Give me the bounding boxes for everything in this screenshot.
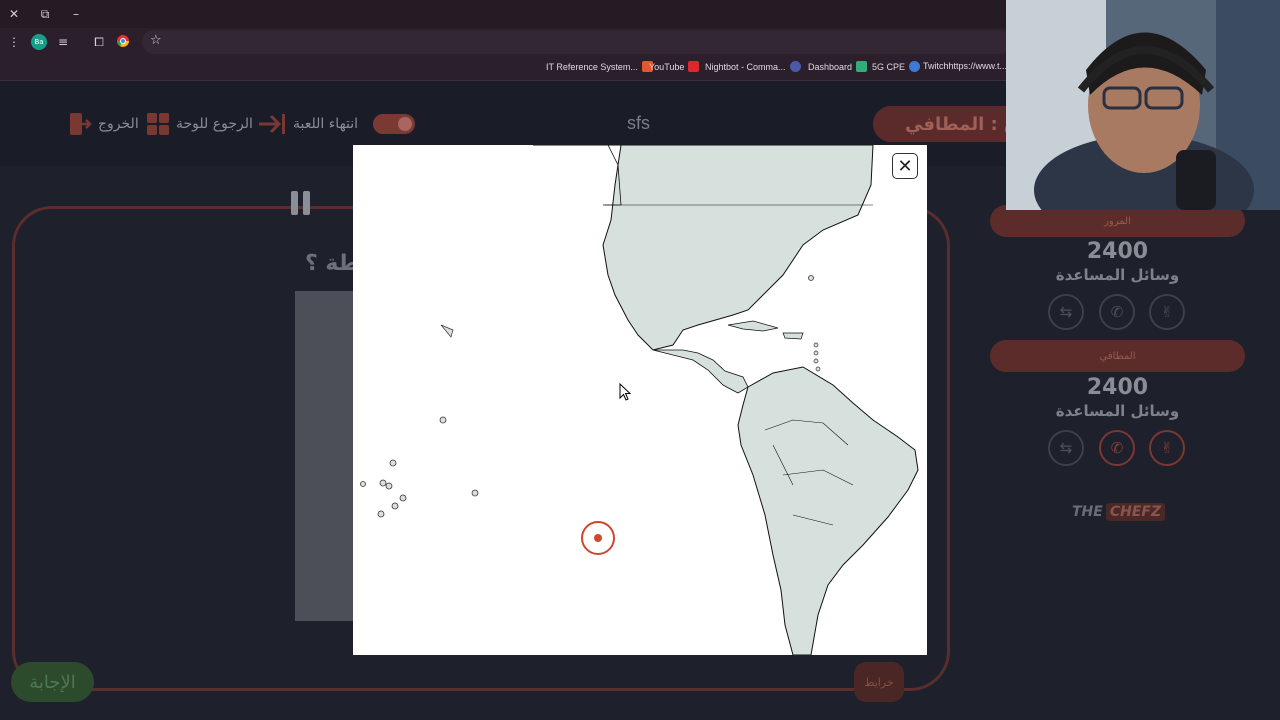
bookmark-item[interactable]: Nightbot - Comma...	[705, 61, 801, 72]
globe-icon	[909, 61, 921, 72]
island-marker	[385, 482, 393, 490]
island-marker	[808, 275, 814, 281]
cuba-island	[727, 320, 779, 332]
map-button[interactable]: خرايط	[854, 662, 904, 702]
helpers-title: وسائل المساعدة	[1055, 402, 1180, 420]
helpers-title: وسائل المساعدة	[1055, 266, 1180, 284]
timer-toggle[interactable]	[373, 114, 415, 134]
island-marker	[391, 502, 399, 510]
bookmark-star-icon[interactable]: ☆	[150, 33, 162, 48]
island-marker	[813, 342, 819, 348]
island-marker	[399, 494, 407, 502]
reading-list-icon[interactable]: ≡	[55, 34, 71, 50]
grid-icon	[147, 113, 169, 135]
target-marker-dot[interactable]	[594, 534, 602, 542]
island-marker	[815, 366, 821, 372]
bookmark-label: Nightbot - Comma...	[705, 61, 786, 72]
webcam-overlay	[1006, 0, 1280, 210]
island-marker	[813, 350, 819, 356]
island-marker	[813, 358, 819, 364]
close-icon[interactable]: ✕	[892, 153, 918, 179]
answer-button[interactable]: الإجابة	[11, 662, 94, 702]
bookmark-label: IT Reference System...	[546, 61, 638, 72]
bookmark-item[interactable]: 5G CPE	[872, 61, 921, 72]
streamer-webcam-image	[1006, 0, 1280, 210]
island-marker	[471, 489, 479, 497]
victory-hand-helper-icon[interactable]: ✌	[1149, 294, 1185, 330]
americas-map[interactable]	[353, 145, 927, 655]
youtube-icon	[688, 61, 700, 72]
swap-helper-icon[interactable]: ⇆	[1048, 294, 1084, 330]
exit-door-icon	[70, 113, 92, 135]
island-marker	[360, 481, 366, 487]
logo-part1: THE	[1072, 504, 1103, 520]
question-image	[295, 291, 355, 621]
swap-helper-icon[interactable]: ⇆	[1048, 430, 1084, 466]
the-chefz-logo: THE CHEFZ	[1072, 501, 1166, 523]
bookmark-item[interactable]: Twitchhttps://www.t...	[923, 61, 1007, 71]
bookmark-label: Dashboard	[808, 61, 853, 72]
phone-helper-icon[interactable]: ✆	[1099, 294, 1135, 330]
hawaii-island	[440, 324, 454, 338]
island-marker	[379, 479, 387, 487]
team-score: 2400	[1086, 375, 1149, 400]
victory-hand-helper-icon[interactable]: ✌	[1149, 430, 1185, 466]
team-bar-matafi: المطافي	[990, 340, 1245, 372]
profile-badge[interactable]: Ba	[31, 34, 47, 50]
north-america-landmass	[533, 145, 874, 351]
central-america-landmass	[652, 349, 749, 394]
island-marker	[377, 510, 385, 518]
pause-icon[interactable]	[289, 191, 313, 215]
bookmark-label: YouTube	[649, 61, 685, 72]
extensions-icon[interactable]: ⧠	[91, 34, 107, 50]
island-marker	[389, 459, 397, 467]
end-game-button[interactable]: انتهاء اللعبة	[257, 111, 358, 137]
bookmark-label: Twitchhttps://www.t...	[923, 61, 1008, 71]
team-score: 2400	[1086, 239, 1149, 264]
map-modal[interactable]	[353, 145, 927, 655]
arrow-exit-icon	[259, 114, 285, 134]
bookmark-item[interactable]: YouTube	[649, 61, 700, 72]
address-bar[interactable]: ☆	[142, 30, 1012, 54]
bookmark-item[interactable]: IT Reference System...	[546, 61, 653, 72]
question-text: طة ؟	[305, 251, 360, 276]
south-america-landmass	[737, 366, 919, 655]
end-game-label: انتهاء اللعبة	[293, 116, 359, 132]
hispaniola-island	[782, 332, 804, 340]
dashboard-icon	[856, 61, 868, 72]
bookmark-label: 5G CPE	[872, 61, 906, 72]
phone-helper-icon[interactable]: ✆	[1099, 430, 1135, 466]
brand-title: sfs	[627, 113, 651, 133]
close-window-icon[interactable]: ✕	[6, 6, 22, 22]
exit-label: الخروج	[98, 116, 139, 132]
back-to-board-button[interactable]: الرجوع للوحة	[146, 111, 253, 137]
minimize-window-icon[interactable]: –	[68, 6, 84, 22]
island-marker	[439, 416, 447, 424]
bookmark-item[interactable]: Dashboard	[808, 61, 868, 72]
mouse-cursor-icon	[619, 383, 631, 401]
logo-part2: CHEFZ	[1105, 503, 1166, 521]
nightbot-icon	[789, 61, 801, 72]
exit-button[interactable]: الخروج	[68, 111, 139, 137]
restore-window-icon[interactable]: ⧉	[37, 6, 53, 22]
menu-icon[interactable]: ⋮	[6, 34, 22, 50]
back-label: الرجوع للوحة	[176, 116, 253, 132]
chrome-icon[interactable]	[115, 34, 131, 50]
